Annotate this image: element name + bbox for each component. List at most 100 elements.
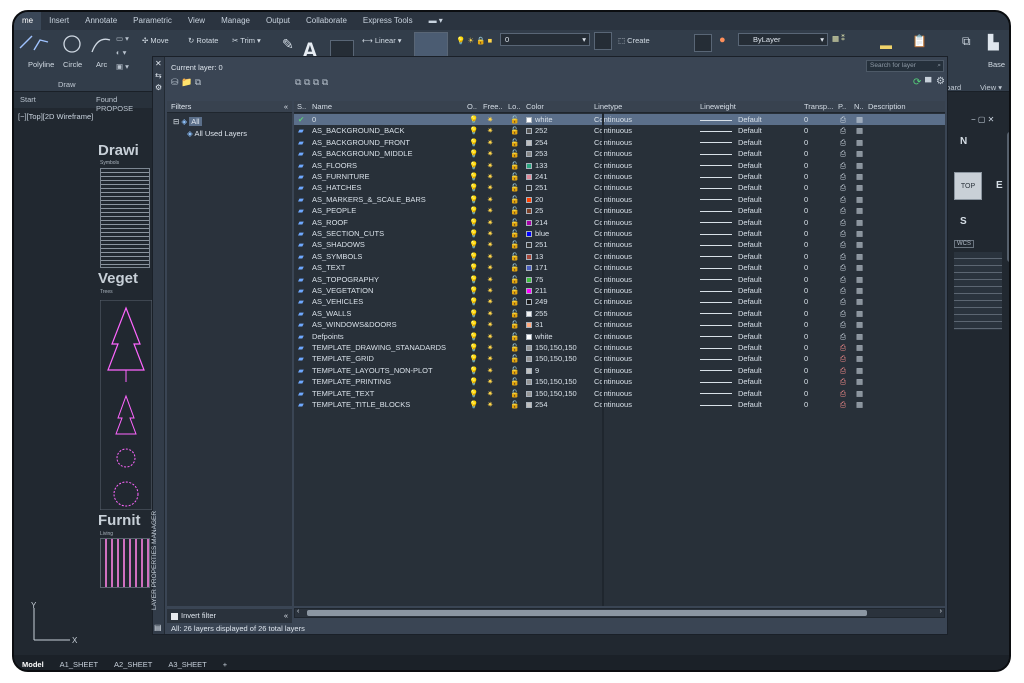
plot-icon[interactable]: ⎙ <box>840 342 846 353</box>
layer-transparency[interactable]: 0 <box>804 182 808 193</box>
layer-color[interactable]: 150,150,150 <box>526 376 577 387</box>
tab-output[interactable]: Output <box>258 12 298 30</box>
column-on[interactable]: O.. <box>467 101 477 113</box>
layer-row[interactable]: ▰ AS_BACKGROUND_BACK 💡 ✷ 🔓 252 Continuous Defau… <box>294 125 945 136</box>
bulb-on-icon[interactable]: 💡 <box>469 205 478 216</box>
navigation-bar[interactable] <box>1007 132 1009 262</box>
new-vp-freeze-icon[interactable]: ▦ <box>856 353 863 364</box>
layer-row[interactable]: ▰ Defpoints 💡 ✷ 🔓 white Continuous Default 0 ⎙ ▦ <box>294 331 945 342</box>
new-vp-freeze-icon[interactable]: ▦ <box>856 365 863 376</box>
tab-drawing[interactable]: Found PROPOSE <box>96 95 154 113</box>
layer-transparency[interactable]: 0 <box>804 331 808 342</box>
tab-annotate[interactable]: Annotate <box>77 12 125 30</box>
layer-lineweight[interactable]: Default <box>700 319 762 330</box>
rotate-button[interactable]: ↻ Rotate <box>188 36 218 45</box>
layer-color[interactable]: white <box>526 331 553 342</box>
layer-transparency[interactable]: 0 <box>804 285 808 296</box>
layer-status-icon[interactable]: ▰ <box>298 399 304 410</box>
new-vp-freeze-icon[interactable]: ▦ <box>856 217 863 228</box>
tab-a2-sheet[interactable]: A2_SHEET <box>106 660 160 669</box>
layer-row[interactable]: ▰ AS_TOPOGRAPHY 💡 ✷ 🔓 75 Continuous Default 0 ⎙ ▦ <box>294 274 945 285</box>
layer-row[interactable]: ▰ AS_BACKGROUND_MIDDLE 💡 ✷ 🔓 253 Continuous Def… <box>294 148 945 159</box>
layer-name[interactable]: TEMPLATE_LAYOUTS_NON-PLOT <box>312 365 433 376</box>
column-name[interactable]: Name <box>312 101 332 113</box>
layer-name[interactable]: AS_ROOF <box>312 217 348 228</box>
layer-lineweight[interactable]: Default <box>700 205 762 216</box>
layer-transparency[interactable]: 0 <box>804 137 808 148</box>
layer-transparency[interactable]: 0 <box>804 125 808 136</box>
plot-icon[interactable]: ⎙ <box>840 331 846 342</box>
region-icon[interactable]: ▣ ▾ <box>116 62 129 71</box>
sun-thaw-icon[interactable]: ✷ <box>487 205 493 216</box>
base-label[interactable]: Base <box>988 60 1005 69</box>
new-vp-freeze-icon[interactable]: ▦ <box>856 262 863 273</box>
new-vp-freeze-icon[interactable]: ▦ <box>856 376 863 387</box>
layer-linetype[interactable]: Continuous <box>594 182 632 193</box>
layer-lineweight[interactable]: Default <box>700 239 762 250</box>
base-view-icon[interactable]: ▙ <box>988 34 999 51</box>
sun-thaw-icon[interactable]: ✷ <box>487 388 493 399</box>
tab-express-tools[interactable]: Express Tools <box>355 12 421 30</box>
layer-linetype[interactable]: Continuous <box>594 160 632 171</box>
bulb-on-icon[interactable]: 💡 <box>469 285 478 296</box>
viewcube[interactable]: N E S TOP WCS <box>950 132 1009 342</box>
layer-status-icon[interactable]: ▰ <box>298 194 304 205</box>
copy-icon[interactable]: ⧉ <box>962 34 971 49</box>
lock-open-icon[interactable]: 🔓 <box>510 262 519 273</box>
layer-linetype[interactable]: Continuous <box>594 137 632 148</box>
new-vp-freeze-icon[interactable]: ▦ <box>856 251 863 262</box>
layer-transparency[interactable]: 0 <box>804 194 808 205</box>
plot-icon[interactable]: ⎙ <box>840 353 846 364</box>
layer-row[interactable]: ▰ TEMPLATE_DRAWING_STANADARDS 💡 ✷ 🔓 150,150,1… <box>294 342 945 353</box>
collapse-icon[interactable]: « <box>284 101 288 113</box>
lock-open-icon[interactable]: 🔓 <box>510 331 519 342</box>
new-vp-freeze-icon[interactable]: ▦ <box>856 194 863 205</box>
circle-icon[interactable] <box>62 34 82 54</box>
layer-name[interactable]: AS_VEHICLES <box>312 296 363 307</box>
lock-open-icon[interactable]: 🔓 <box>510 160 519 171</box>
plot-icon[interactable]: ⎙ <box>840 285 846 296</box>
layer-color[interactable]: 133 <box>526 160 548 171</box>
plot-icon[interactable]: ⎙ <box>840 114 846 125</box>
layer-transparency[interactable]: 0 <box>804 308 808 319</box>
lock-open-icon[interactable]: 🔓 <box>510 274 519 285</box>
layer-color[interactable]: white <box>526 114 553 125</box>
sun-thaw-icon[interactable]: ✷ <box>487 114 493 125</box>
layer-color[interactable]: 9 <box>526 365 539 376</box>
palette-title-strip[interactable]: ✕ ⇆ ⚙ LAYER PROPERTIES MANAGER ▤ <box>151 57 165 634</box>
plot-icon[interactable]: ⎙ <box>840 388 846 399</box>
layer-color[interactable]: blue <box>526 228 549 239</box>
filter-buttons[interactable]: ⛁ 📁 ⧉ <box>171 77 201 88</box>
layer-color[interactable]: 249 <box>526 296 548 307</box>
tab-insert[interactable]: Insert <box>41 12 77 30</box>
column-color[interactable]: Color <box>526 101 544 113</box>
sun-thaw-icon[interactable]: ✷ <box>487 285 493 296</box>
trim-button[interactable]: ✂ Trim ▾ <box>232 36 261 45</box>
layer-lineweight[interactable]: Default <box>700 274 762 285</box>
lock-open-icon[interactable]: 🔓 <box>510 365 519 376</box>
insert-block-icon[interactable] <box>594 32 612 50</box>
lock-open-icon[interactable]: 🔓 <box>510 353 519 364</box>
layer-lineweight[interactable]: Default <box>700 114 762 125</box>
match-properties-icon[interactable] <box>694 34 712 52</box>
plot-icon[interactable]: ⎙ <box>840 365 846 376</box>
plot-icon[interactable]: ⎙ <box>840 171 846 182</box>
layer-row[interactable]: ▰ TEMPLATE_TEXT 💡 ✷ 🔓 150,150,150 Continuous De… <box>294 388 945 399</box>
layer-linetype[interactable]: Continuous <box>594 239 632 250</box>
layer-color[interactable]: 25 <box>526 205 543 216</box>
layer-color[interactable]: 214 <box>526 217 548 228</box>
layer-color[interactable]: 31 <box>526 319 543 330</box>
pencil-icon[interactable]: ✎ <box>282 36 294 53</box>
layer-lineweight[interactable]: Default <box>700 228 762 239</box>
layer-row[interactable]: ▰ TEMPLATE_TITLE_BLOCKS 💡 ✷ 🔓 254 Continuous De… <box>294 399 945 410</box>
viewport-label[interactable]: [−][Top][2D Wireframe] <box>18 112 93 121</box>
layer-row[interactable]: ▰ AS_WINDOWS&DOORS 💡 ✷ 🔓 31 Continuous Default 0… <box>294 319 945 330</box>
column-plot[interactable]: P.. <box>838 101 846 113</box>
layer-status-icon[interactable]: ▰ <box>298 262 304 273</box>
sun-thaw-icon[interactable]: ✷ <box>487 365 493 376</box>
layer-transparency[interactable]: 0 <box>804 251 808 262</box>
layer-row[interactable]: ▰ AS_FLOORS 💡 ✷ 🔓 133 Continuous Default 0 ⎙ ▦ <box>294 160 945 171</box>
bulb-on-icon[interactable]: 💡 <box>469 308 478 319</box>
palette-settings-icon[interactable]: ▤ <box>154 623 162 632</box>
sun-thaw-icon[interactable]: ✷ <box>487 353 493 364</box>
